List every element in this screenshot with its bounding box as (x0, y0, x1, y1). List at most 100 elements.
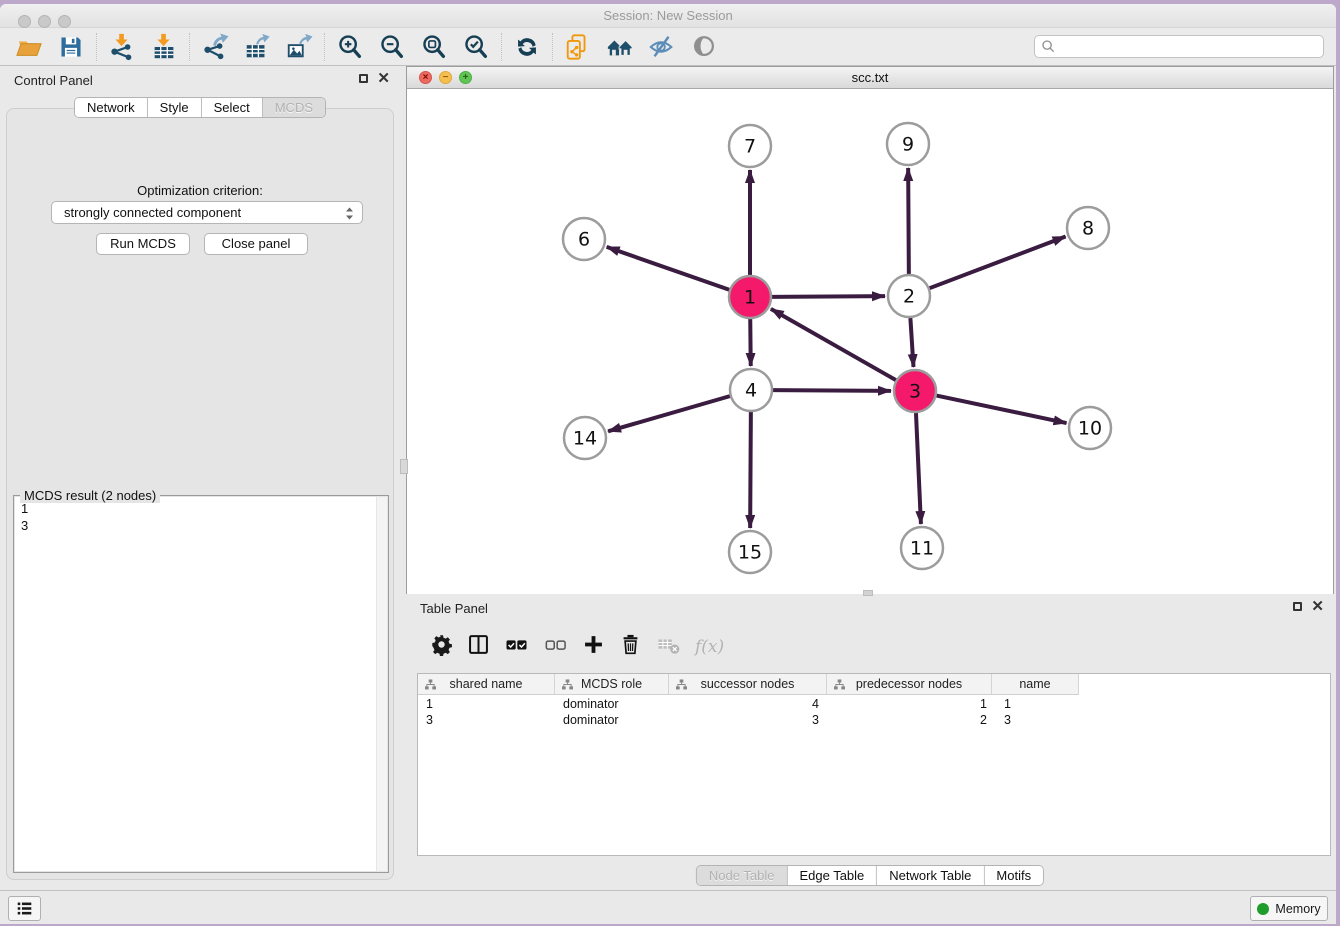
table-cell[interactable]: 3 (418, 712, 555, 728)
column-label: successor nodes (669, 674, 826, 694)
control-panel: Control Panel ✕ Optimization criterion: … (0, 66, 400, 885)
node-label-15: 15 (738, 542, 762, 564)
edge-1-4[interactable] (750, 319, 751, 366)
refresh-icon[interactable] (506, 32, 548, 62)
open-session-icon[interactable] (8, 32, 50, 62)
mcds-result-text[interactable]: 1 3 (15, 497, 387, 871)
network-view-window: × − + scc.txt 7968124314101511 (406, 66, 1334, 594)
edge-2-3[interactable] (910, 318, 913, 367)
table-row[interactable]: 3dominator323 (418, 712, 1079, 728)
node-label-4: 4 (745, 380, 757, 402)
edge-2-9[interactable] (908, 168, 909, 274)
edge-3-1[interactable] (771, 309, 896, 380)
save-session-icon[interactable] (50, 32, 92, 62)
close-panel-icon[interactable]: ✕ (377, 73, 390, 84)
export-table-icon[interactable] (236, 32, 278, 62)
memory-button[interactable]: Memory (1250, 896, 1328, 921)
table-cell[interactable]: 3 (669, 712, 827, 728)
close-table-panel-icon[interactable]: ✕ (1311, 601, 1324, 612)
edge-4-14[interactable] (608, 396, 730, 431)
tab-select[interactable]: Select (202, 98, 263, 117)
deselect-all-icon[interactable] (543, 632, 568, 662)
node-label-10: 10 (1078, 418, 1102, 440)
result-scrollbar[interactable] (376, 497, 387, 871)
delete-column-icon[interactable] (619, 633, 642, 661)
float-table-panel-icon[interactable] (1293, 602, 1302, 611)
tab-edge-table[interactable]: Edge Table (787, 866, 877, 885)
table-cell[interactable]: 1 (827, 696, 992, 712)
import-table-icon[interactable] (143, 32, 185, 62)
run-mcds-button[interactable]: Run MCDS (96, 233, 190, 255)
column-header-predecessor-nodes[interactable]: predecessor nodes (827, 674, 992, 695)
tab-mcds[interactable]: MCDS (263, 98, 325, 117)
table-cell[interactable]: 2 (827, 712, 992, 728)
node-label-2: 2 (903, 286, 915, 308)
column-layout-icon[interactable] (467, 633, 490, 661)
node-label-3: 3 (909, 381, 921, 403)
network-window-titlebar[interactable]: × − + scc.txt (407, 67, 1333, 89)
control-panel-tabs: NetworkStyleSelectMCDS (74, 97, 326, 118)
tab-network-table[interactable]: Network Table (877, 866, 984, 885)
zoom-out-icon[interactable] (371, 32, 413, 62)
table-cell[interactable]: 1 (992, 696, 1079, 712)
column-header-MCDS-role[interactable]: MCDS role (555, 674, 669, 695)
task-history-button[interactable] (8, 896, 41, 921)
tab-motifs[interactable]: Motifs (984, 866, 1043, 885)
settings-gear-icon[interactable] (430, 633, 453, 661)
home-icon[interactable] (599, 32, 641, 62)
edge-1-6[interactable] (607, 247, 730, 290)
delete-table-icon (656, 632, 681, 662)
tab-node-table[interactable]: Node Table (697, 866, 788, 885)
network-graph[interactable]: 7968124314101511 (407, 89, 1333, 594)
table-cell[interactable]: 3 (992, 712, 1079, 728)
zoom-fit-icon[interactable] (413, 32, 455, 62)
float-panel-icon[interactable] (359, 74, 368, 83)
add-column-icon[interactable] (582, 633, 605, 661)
node-label-7: 7 (744, 136, 756, 158)
column-header-shared-name[interactable]: shared name (418, 674, 555, 695)
table-cell[interactable]: 4 (669, 696, 827, 712)
search-input[interactable] (1034, 35, 1324, 58)
node-label-14: 14 (573, 428, 597, 450)
select-all-check-icon[interactable] (504, 632, 529, 662)
table-cell[interactable]: 1 (418, 696, 555, 712)
column-label: name (992, 674, 1078, 694)
clone-network-icon[interactable] (557, 32, 599, 62)
import-network-icon[interactable] (101, 32, 143, 62)
toolbar-separator (324, 33, 325, 61)
network-canvas[interactable]: 7968124314101511 (407, 89, 1333, 594)
memory-status-dot (1257, 903, 1269, 915)
control-panel-pane: Optimization criterion: strongly connect… (6, 108, 394, 880)
splitter-grip[interactable] (400, 459, 408, 474)
zoom-selected-icon[interactable] (455, 32, 497, 62)
close-panel-button[interactable]: Close panel (204, 233, 308, 255)
table-header-row: shared nameMCDS rolesuccessor nodesprede… (418, 674, 1079, 695)
edge-3-11[interactable] (916, 413, 921, 524)
show-hide-icon[interactable] (683, 32, 725, 62)
tab-style[interactable]: Style (148, 98, 202, 117)
table-cell[interactable]: dominator (555, 696, 669, 712)
export-network-icon[interactable] (194, 32, 236, 62)
criterion-dropdown[interactable]: strongly connected component (51, 201, 363, 224)
column-header-successor-nodes[interactable]: successor nodes (669, 674, 827, 695)
mcds-result-group: 1 3 MCDS result (2 nodes) (13, 495, 389, 873)
zoom-in-icon[interactable] (329, 32, 371, 62)
node-label-8: 8 (1082, 218, 1094, 240)
edge-1-2[interactable] (772, 296, 885, 297)
table-row[interactable]: 1dominator411 (418, 696, 1079, 712)
hide-selected-icon[interactable] (641, 32, 683, 62)
toolbar-separator (501, 33, 502, 61)
function-builder-icon: f(x) (695, 637, 724, 657)
export-image-icon[interactable] (278, 32, 320, 62)
node-label-1: 1 (744, 287, 756, 309)
edge-2-8[interactable] (930, 237, 1066, 289)
edge-4-15[interactable] (750, 412, 751, 528)
table-cell[interactable]: dominator (555, 712, 669, 728)
toolbar-separator (552, 33, 553, 61)
edge-3-10[interactable] (937, 396, 1067, 423)
tab-network[interactable]: Network (75, 98, 148, 117)
node-label-9: 9 (902, 134, 914, 156)
column-label: shared name (418, 674, 554, 694)
column-header-name[interactable]: name (992, 674, 1079, 695)
edge-4-3[interactable] (773, 390, 891, 391)
